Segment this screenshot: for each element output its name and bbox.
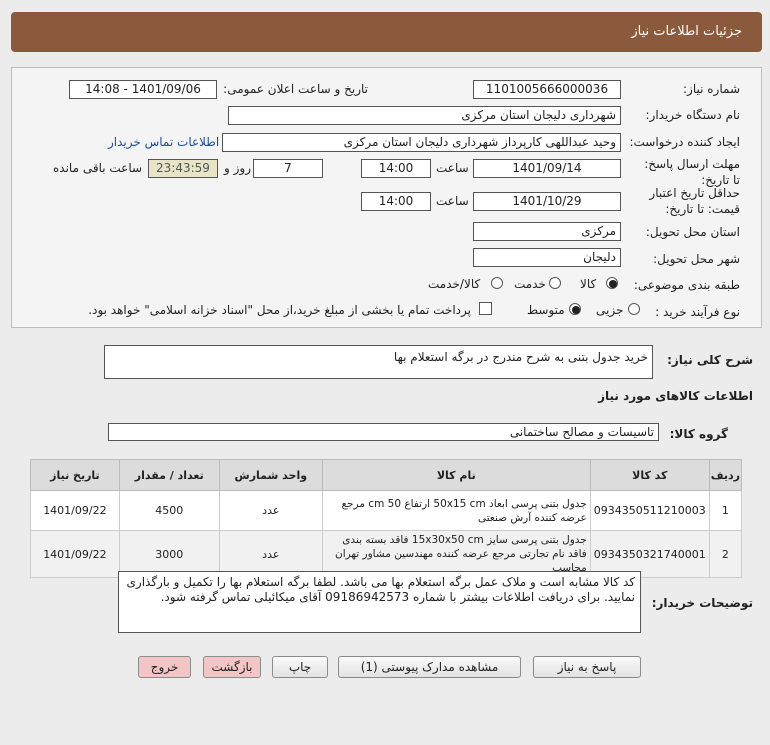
- category-radio-goods-service[interactable]: [491, 277, 503, 289]
- buyer-notes-field: کد کالا مشابه است و ملاک عمل برگه استعلا…: [118, 571, 641, 633]
- validity-time-field: 14:00: [361, 192, 431, 211]
- row-date: 1401/09/22: [30, 490, 120, 531]
- category-radio-service[interactable]: [549, 277, 561, 289]
- announce-label: تاریخ و ساعت اعلان عمومی:: [223, 82, 368, 96]
- remaining-time-field: 23:43:59: [148, 159, 218, 178]
- requester-label: ایجاد کننده درخواست:: [629, 135, 740, 149]
- announce-field: 1401/09/06 - 14:08: [69, 80, 217, 99]
- process-radio-medium[interactable]: [569, 303, 581, 315]
- city-field: دلیجان: [473, 248, 621, 267]
- back-button[interactable]: بازگشت: [203, 656, 261, 678]
- deadline-label: مهلت ارسال پاسخ: تا تاریخ:: [644, 157, 740, 187]
- buyer-notes-label: توضیحات خریدار:: [651, 596, 753, 610]
- row-index: 1: [708, 490, 743, 531]
- category-option-goods-service: کالا/خدمت: [428, 277, 481, 291]
- validity-time-label: ساعت: [436, 194, 469, 208]
- category-radio-goods[interactable]: [606, 277, 618, 289]
- requester-field: وحید عبداللهی کارپرداز شهرداری دلیجان اس…: [222, 133, 621, 152]
- items-table: ردیف کد کالا نام کالا واحد شمارش تعداد /…: [30, 459, 743, 578]
- reply-button[interactable]: پاسخ به نیاز: [533, 656, 641, 678]
- validity-label: حداقل تاریخ اعتبار قیمت: تا تاریخ:: [649, 186, 740, 216]
- category-option-service: خدمت: [514, 277, 546, 291]
- process-option-minor: جزیی: [596, 303, 624, 317]
- summary-field: خرید جدول بتنی به شرح مندرج در برگه استع…: [104, 345, 653, 379]
- category-label: طبقه بندی موضوعی:: [633, 278, 740, 292]
- validity-date-field: 1401/10/29: [473, 192, 621, 211]
- category-option-goods: کالا: [580, 277, 597, 291]
- attachments-button[interactable]: مشاهده مدارک پیوستی (1): [338, 656, 521, 678]
- remaining-label: ساعت باقی مانده: [53, 161, 143, 175]
- process-label: نوع فرآیند خرید :: [655, 305, 740, 319]
- window-title: جزئیات اطلاعات نیاز: [11, 12, 762, 52]
- col-header-unit: واحد شمارش: [218, 459, 323, 491]
- city-label: شهر محل تحویل:: [653, 252, 740, 266]
- row-name: جدول بتنی پرسی ابعاد 50x15 cm ارتفاع 50 …: [321, 490, 591, 531]
- goods-info-title: اطلاعات کالاهای مورد نیاز: [598, 389, 753, 403]
- goods-group-label: گروه کالا:: [669, 427, 728, 441]
- deadline-time-label: ساعت: [436, 161, 469, 175]
- col-header-qty: تعداد / مقدار: [118, 459, 220, 491]
- row-date: 1401/09/22: [30, 530, 120, 578]
- exit-button[interactable]: خروج: [138, 656, 191, 678]
- province-field: مرکزی: [473, 222, 621, 241]
- days-field: 7: [253, 159, 323, 178]
- contact-info-link[interactable]: اطلاعات تماس خریدار: [108, 135, 219, 149]
- row-code: 0934350511210003: [589, 490, 710, 531]
- goods-group-field: تاسیسات و مصالح ساختمانی: [108, 423, 659, 441]
- need-number-label: شماره نیاز:: [683, 82, 740, 96]
- province-label: استان محل تحویل:: [645, 225, 740, 239]
- buyer-org-field: شهرداری دلیجان استان مرکزی: [228, 106, 621, 125]
- deadline-time-field: 14:00: [361, 159, 431, 178]
- table-row: 1 0934350511210003 جدول بتنی پرسی ابعاد …: [30, 490, 743, 531]
- row-unit: عدد: [218, 490, 323, 531]
- days-label: روز و: [224, 161, 251, 175]
- row-index: 2: [708, 530, 743, 578]
- treasury-checkbox[interactable]: [479, 302, 492, 315]
- buyer-org-label: نام دستگاه خریدار:: [645, 108, 741, 122]
- summary-label: شرح کلی نیاز:: [667, 353, 753, 367]
- deadline-date-field: 1401/09/14: [473, 159, 621, 178]
- print-button[interactable]: چاپ: [272, 656, 328, 678]
- need-number-field: 1101005666000036: [473, 80, 621, 99]
- process-option-medium: متوسط: [527, 303, 565, 317]
- row-qty: 4500: [118, 490, 220, 531]
- process-radio-minor[interactable]: [628, 303, 640, 315]
- col-header-name: نام کالا: [321, 459, 591, 491]
- treasury-note: پرداخت تمام یا بخشی از مبلغ خرید،از محل …: [88, 303, 471, 317]
- col-header-date: تاریخ نیاز: [30, 459, 120, 491]
- col-header-index: ردیف: [708, 459, 743, 491]
- col-header-code: کد کالا: [589, 459, 710, 491]
- table-header-row: ردیف کد کالا نام کالا واحد شمارش تعداد /…: [30, 459, 743, 491]
